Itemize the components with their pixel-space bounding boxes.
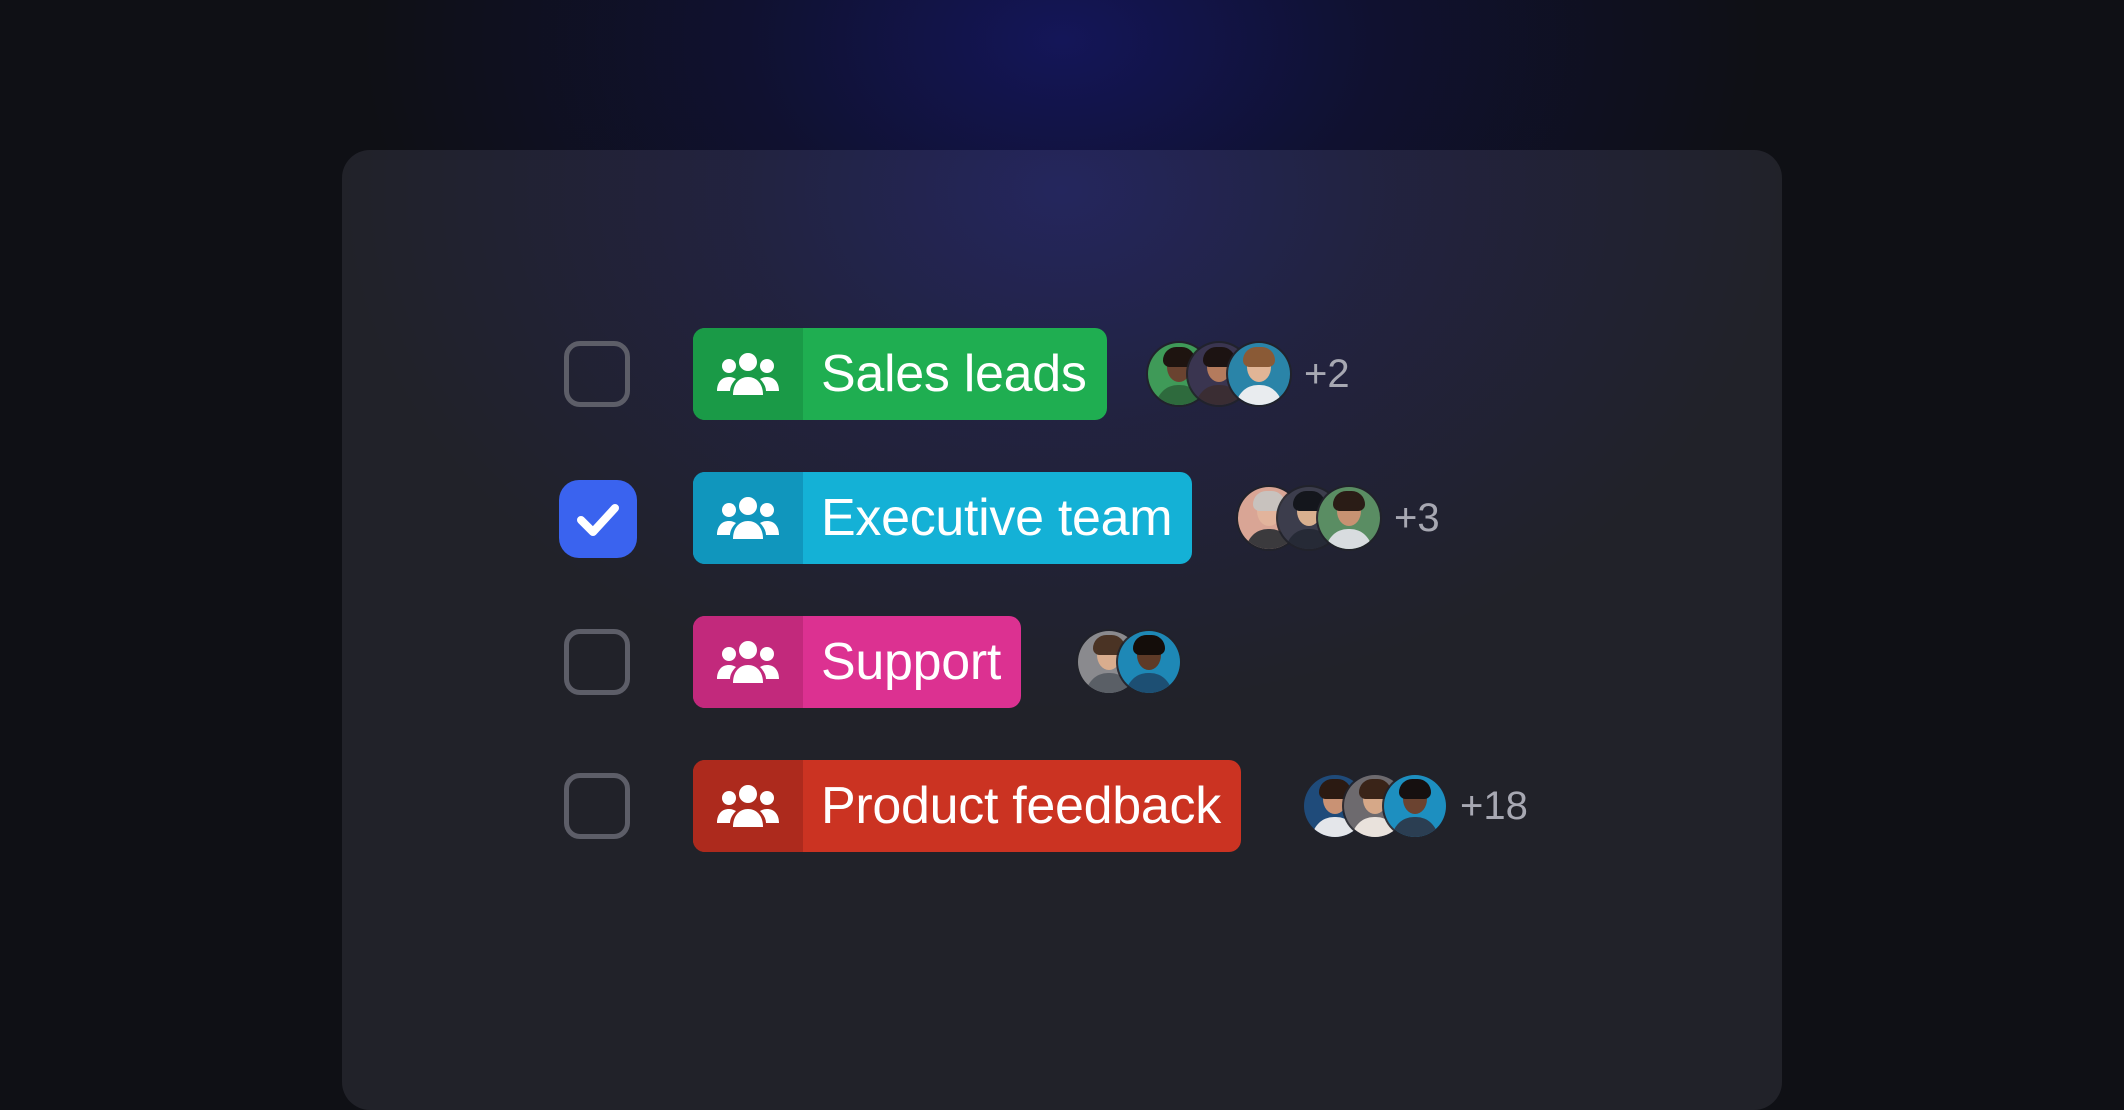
avatar <box>1318 487 1380 549</box>
group-tag-label: Sales leads <box>821 345 1087 403</box>
checkbox[interactable] <box>564 629 630 695</box>
group-tag[interactable]: Product feedback <box>693 760 1241 852</box>
extra-members-count: +2 <box>1304 351 1350 396</box>
member-avatars[interactable]: +18 <box>1304 775 1528 837</box>
group-icon <box>693 616 803 708</box>
group-icon <box>693 472 803 564</box>
extra-members-count: +3 <box>1394 495 1440 540</box>
group-picker-panel: Sales leads +2 Executive team +3 Support Prod… <box>342 150 1782 1110</box>
group-tag[interactable]: Executive team <box>693 472 1193 564</box>
group-tag[interactable]: Support <box>693 616 1022 708</box>
extra-members-count: +18 <box>1460 783 1528 828</box>
group-row: Support <box>342 616 1782 708</box>
member-avatars[interactable]: +3 <box>1238 487 1440 549</box>
group-tag-label: Support <box>821 633 1002 691</box>
group-tag-label: Executive team <box>821 489 1173 547</box>
checkbox[interactable] <box>564 773 630 839</box>
avatar <box>1118 631 1180 693</box>
member-avatars[interactable] <box>1078 631 1180 693</box>
group-icon <box>693 328 803 420</box>
group-list: Sales leads +2 Executive team +3 Support Prod… <box>342 150 1782 1110</box>
member-avatars[interactable]: +2 <box>1148 343 1350 405</box>
group-row: Executive team +3 <box>342 472 1782 564</box>
group-tag[interactable]: Sales leads <box>693 328 1107 420</box>
group-row: Product feedback +18 <box>342 760 1782 852</box>
group-tag-label: Product feedback <box>821 777 1221 835</box>
checkbox[interactable] <box>564 341 630 407</box>
group-row: Sales leads +2 <box>342 328 1782 420</box>
group-icon <box>693 760 803 852</box>
avatar <box>1384 775 1446 837</box>
avatar <box>1228 343 1290 405</box>
checkbox-checked[interactable] <box>559 480 637 558</box>
